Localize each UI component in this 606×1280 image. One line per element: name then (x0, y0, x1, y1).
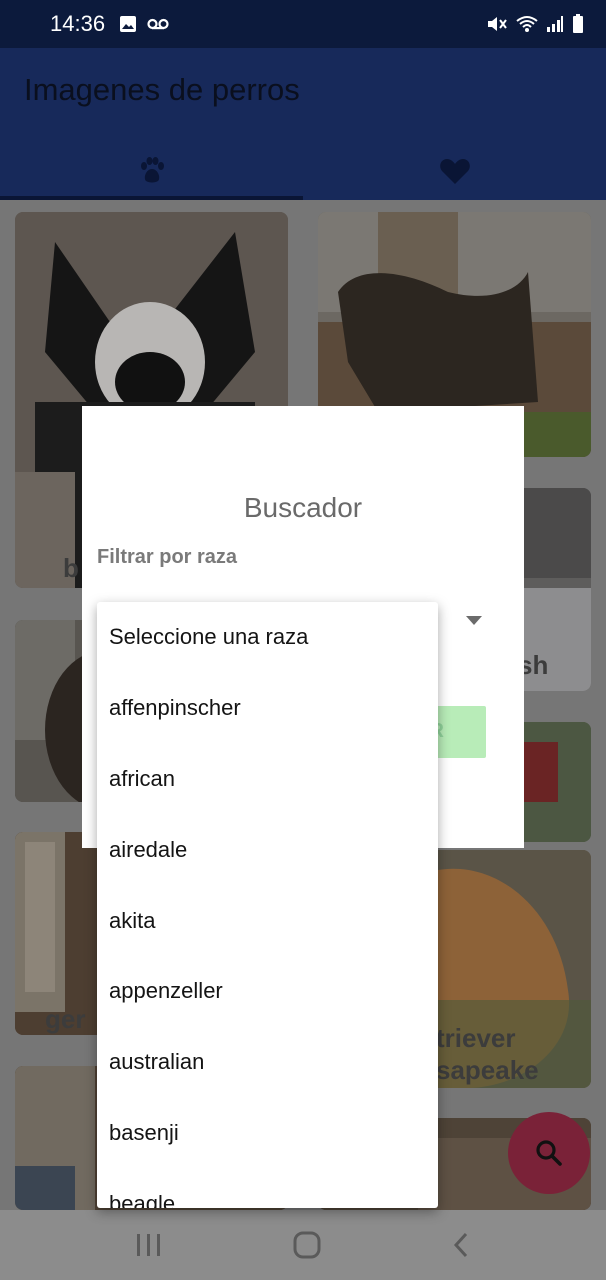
mute-icon (488, 17, 507, 31)
card-breed-label: b (63, 553, 79, 583)
dropdown-arrow-icon[interactable] (466, 616, 482, 625)
status-bar: 14:36 (0, 0, 606, 48)
app-bar: Imagenes de perros (0, 48, 606, 200)
dropdown-option[interactable]: african (97, 744, 438, 815)
status-system-icons (486, 14, 584, 34)
status-time: 14:36 (50, 11, 106, 36)
dropdown-option[interactable]: australian (97, 1027, 438, 1098)
card-breed-label: sapeake (436, 1055, 539, 1085)
status-notification-icons (119, 15, 169, 33)
paw-icon (140, 157, 164, 183)
search-fab[interactable] (508, 1112, 590, 1194)
signal-icon (547, 16, 563, 32)
image-icon (120, 16, 137, 32)
card-breed-label: ger (45, 1004, 86, 1034)
wifi-icon (516, 16, 538, 32)
system-nav-bar (0, 1210, 606, 1280)
home-icon[interactable] (293, 1231, 321, 1259)
dropdown-option[interactable]: basenji (97, 1098, 438, 1169)
dropdown-option[interactable]: airedale (97, 814, 438, 885)
back-icon[interactable] (451, 1231, 471, 1259)
card-breed-label: triever (436, 1023, 516, 1053)
breed-dropdown-list[interactable]: Seleccione una raza affenpinscher africa… (97, 602, 438, 1208)
tab-bar (0, 142, 606, 200)
voicemail-icon (147, 18, 169, 30)
dropdown-option[interactable]: appenzeller (97, 956, 438, 1027)
dropdown-option[interactable]: Seleccione una raza (97, 602, 438, 673)
heart-icon (439, 159, 470, 184)
tab-favorites[interactable] (303, 142, 606, 200)
dropdown-option[interactable]: akita (97, 885, 438, 956)
search-icon (536, 1140, 562, 1166)
recent-apps-icon[interactable] (135, 1232, 163, 1258)
battery-icon (573, 14, 583, 33)
filter-label: Filtrar por raza (97, 546, 238, 568)
app-title: Imagenes de perros (24, 72, 300, 107)
dropdown-option[interactable]: beagle (97, 1168, 438, 1208)
dialog-title: Buscador (243, 492, 363, 523)
tab-breeds[interactable] (0, 142, 303, 200)
dropdown-option[interactable]: affenpinscher (97, 673, 438, 744)
